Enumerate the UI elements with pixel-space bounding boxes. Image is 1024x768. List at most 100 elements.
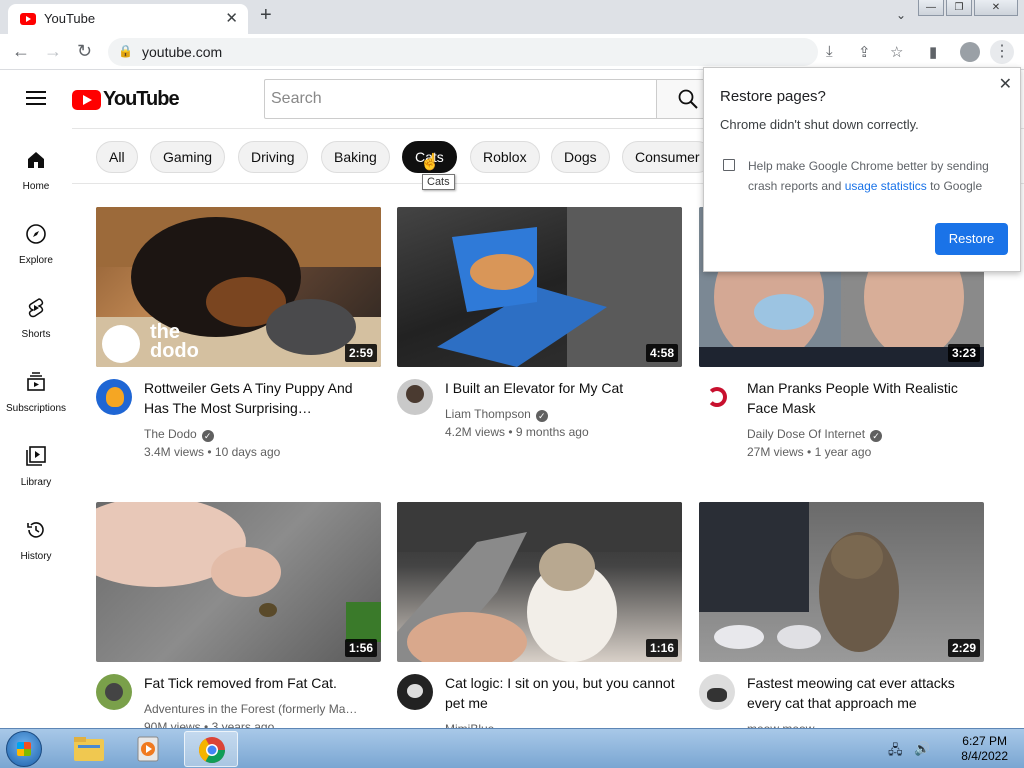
compass-icon bbox=[26, 224, 46, 244]
sidebar-label: Subscriptions bbox=[5, 403, 67, 414]
video-title[interactable]: Fat Tick removed from Fat Cat. bbox=[144, 673, 374, 693]
history-icon bbox=[27, 522, 44, 538]
subscriptions-icon bbox=[27, 372, 45, 391]
chip-all[interactable]: All bbox=[96, 141, 138, 173]
share-icon[interactable]: ⇪ bbox=[858, 43, 871, 61]
sidebar-item-library[interactable]: Library bbox=[0, 444, 72, 490]
video-thumbnail[interactable]: the dodo 2:59 bbox=[96, 207, 381, 367]
side-panel-icon[interactable]: ▮ bbox=[929, 43, 937, 61]
media-player-icon bbox=[137, 736, 159, 762]
menu-icon[interactable] bbox=[26, 91, 46, 105]
chip-driving[interactable]: Driving bbox=[238, 141, 308, 173]
meowing-cat-thumbnail-art bbox=[699, 502, 899, 652]
channel-avatar[interactable] bbox=[397, 379, 433, 415]
clock-date: 8/4/2022 bbox=[961, 749, 1008, 763]
video-thumbnail[interactable]: 1:16 bbox=[397, 502, 682, 662]
view-count: 27M views bbox=[747, 445, 804, 459]
video-title[interactable]: Fastest meowing cat ever attacks every c… bbox=[747, 673, 977, 713]
close-window-button[interactable]: ✕ bbox=[974, 0, 1018, 16]
youtube-logo[interactable]: YouTube bbox=[72, 88, 180, 111]
network-icon[interactable]: 🖧 bbox=[888, 741, 903, 763]
new-tab-button[interactable]: + bbox=[260, 4, 272, 27]
view-count: 3.4M views bbox=[144, 445, 205, 459]
maximize-button[interactable]: ❐ bbox=[946, 0, 972, 16]
video-thumbnail[interactable]: 1:56 bbox=[96, 502, 381, 662]
taskbar-explorer[interactable] bbox=[62, 731, 116, 767]
sidebar-item-home[interactable]: Home bbox=[0, 148, 72, 194]
tab-youtube[interactable]: YouTube ✕ bbox=[8, 4, 248, 34]
video-duration: 4:58 bbox=[645, 344, 678, 362]
crash-report-text-end: to Google bbox=[926, 179, 983, 193]
channel-avatar[interactable] bbox=[699, 379, 735, 415]
channel-name[interactable]: Daily Dose Of Internet ✓ bbox=[747, 427, 883, 442]
back-arrow-icon[interactable]: ← bbox=[12, 41, 30, 62]
chip-gaming[interactable]: Gaming bbox=[150, 141, 226, 173]
clock-time: 6:27 PM bbox=[962, 734, 1007, 748]
chrome-icon bbox=[198, 737, 226, 764]
sidebar-label: History bbox=[20, 551, 52, 562]
crash-report-label: Help make Google Chrome better by sendin… bbox=[748, 156, 1008, 196]
dialog-message: Chrome didn't shut down correctly. bbox=[720, 117, 919, 132]
chip-roblox[interactable]: Roblox bbox=[470, 141, 540, 173]
channel-name[interactable]: Adventures in the Forest (formerly Ma… bbox=[144, 702, 374, 716]
sidebar-label: Home bbox=[22, 181, 50, 192]
restore-button[interactable]: Restore bbox=[935, 223, 1008, 255]
volume-icon[interactable]: 🔊 bbox=[914, 741, 930, 757]
upload-age: 1 year ago bbox=[814, 445, 872, 459]
channel-avatar[interactable] bbox=[397, 674, 433, 710]
crash-report-checkbox[interactable] bbox=[723, 159, 735, 171]
chrome-menu-icon[interactable]: ⋮ bbox=[990, 40, 1014, 64]
reload-icon[interactable]: ↻ bbox=[77, 41, 92, 62]
system-clock[interactable]: 6:27 PM 8/4/2022 bbox=[961, 734, 1008, 764]
taskbar-media-player[interactable] bbox=[122, 731, 176, 767]
sidebar-item-subscriptions[interactable]: Subscriptions bbox=[0, 370, 72, 416]
bookmark-star-icon[interactable]: ☆ bbox=[890, 43, 903, 61]
video-title[interactable]: Cat logic: I sit on you, but you cannot … bbox=[445, 673, 675, 713]
channel-avatar[interactable] bbox=[96, 674, 132, 710]
folder-icon bbox=[74, 737, 104, 761]
channel-name-text: Daily Dose Of Internet bbox=[747, 427, 866, 441]
cat-elevator-thumbnail-art bbox=[437, 207, 682, 367]
search-input[interactable] bbox=[265, 80, 656, 118]
video-meta: 27M views • 1 year ago bbox=[747, 445, 872, 459]
taskbar-chrome[interactable] bbox=[184, 731, 238, 767]
channel-name[interactable]: The Dodo ✓ bbox=[144, 427, 214, 442]
close-icon[interactable]: ✕ bbox=[999, 74, 1012, 94]
channel-name-text: Liam Thompson bbox=[445, 407, 531, 421]
video-thumbnail[interactable]: 4:58 bbox=[397, 207, 682, 367]
start-button[interactable] bbox=[6, 731, 42, 767]
upload-age: 9 months ago bbox=[515, 425, 589, 439]
tab-close-icon[interactable]: ✕ bbox=[225, 9, 238, 27]
profile-avatar-icon[interactable] bbox=[960, 42, 980, 62]
tab-search-icon[interactable]: ⌄ bbox=[896, 8, 906, 22]
sidebar-item-shorts[interactable]: Shorts bbox=[0, 296, 72, 342]
video-duration: 1:16 bbox=[645, 639, 678, 657]
video-title[interactable]: Man Pranks People With Realistic Face Ma… bbox=[747, 378, 977, 418]
sidebar-item-history[interactable]: History bbox=[0, 518, 72, 564]
address-bar[interactable]: 🔒 youtube.com bbox=[108, 38, 818, 66]
home-icon bbox=[28, 152, 44, 168]
chip-dogs[interactable]: Dogs bbox=[551, 141, 610, 173]
video-title[interactable]: Rottweiler Gets A Tiny Puppy And Has The… bbox=[144, 378, 374, 418]
sidebar-item-explore[interactable]: Explore bbox=[0, 222, 72, 268]
shorts-icon bbox=[28, 298, 44, 318]
forward-arrow-icon[interactable]: → bbox=[44, 41, 62, 62]
video-thumbnail[interactable]: 2:29 bbox=[699, 502, 984, 662]
channel-name[interactable]: Liam Thompson ✓ bbox=[445, 407, 548, 422]
install-app-icon[interactable]: ⤓ bbox=[826, 43, 833, 60]
tick-thumbnail-art bbox=[96, 502, 381, 642]
the-dodo-watermark: the dodo bbox=[150, 321, 199, 362]
dialog-title: Restore pages? bbox=[720, 88, 826, 105]
chip-consumer[interactable]: Consumer bbox=[622, 141, 713, 173]
search-icon bbox=[678, 89, 698, 109]
usage-statistics-link[interactable]: usage statistics bbox=[845, 179, 927, 193]
video-meta: 4.2M views • 9 months ago bbox=[445, 425, 589, 439]
sidebar-label: Shorts bbox=[21, 329, 51, 340]
view-count: 4.2M views bbox=[445, 425, 506, 439]
chip-baking[interactable]: Baking bbox=[321, 141, 390, 173]
video-title[interactable]: I Built an Elevator for My Cat bbox=[445, 378, 675, 398]
video-meta: 3.4M views • 10 days ago bbox=[144, 445, 281, 459]
channel-avatar[interactable] bbox=[699, 674, 735, 710]
minimize-button[interactable]: — bbox=[918, 0, 944, 16]
channel-avatar[interactable] bbox=[96, 379, 132, 415]
